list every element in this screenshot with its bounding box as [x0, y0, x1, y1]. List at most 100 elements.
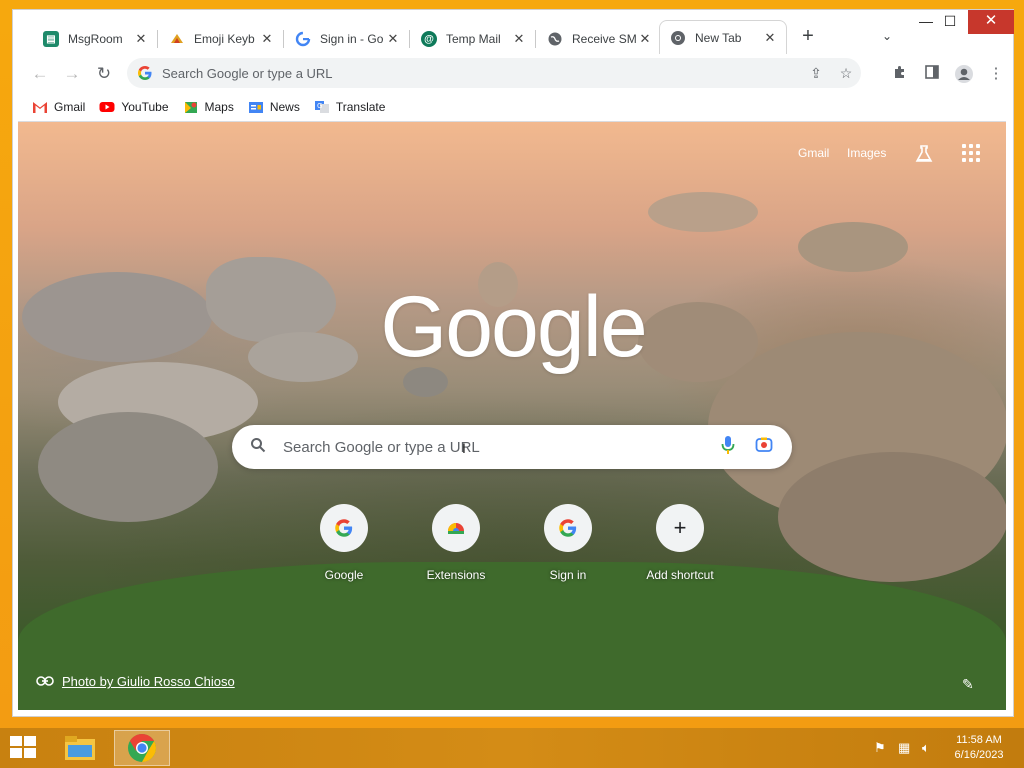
close-tab-icon[interactable]: ✕: [637, 31, 653, 47]
close-tab-icon[interactable]: ✕: [385, 31, 401, 47]
folder-icon: [65, 736, 95, 760]
plus-icon: +: [656, 504, 704, 552]
bookmark-youtube[interactable]: YouTube: [99, 99, 169, 114]
close-window-button[interactable]: ✕: [968, 10, 1014, 34]
photo-credit-text: Photo by Giulio Rosso Chioso: [62, 674, 235, 689]
tab-new-tab[interactable]: New Tab ✕: [659, 20, 787, 55]
tab-emoji-keyboard[interactable]: Emoji Keyb ✕: [159, 23, 283, 55]
maximize-button[interactable]: ☐: [933, 10, 967, 34]
taskbar: ⚑ ▦ 🔈︎ 11:58 AM 6/16/2023: [0, 728, 1024, 768]
browser-toolbar: ← → ↻ Search Google or type a URL ⇪ ☆ ⋮: [18, 54, 1006, 92]
ntp-search-box[interactable]: Search Google or type a URL: [232, 425, 792, 469]
action-center-flag-icon[interactable]: ⚑: [874, 740, 886, 756]
share-icon[interactable]: ⇪: [801, 65, 831, 82]
close-tab-icon[interactable]: ✕: [762, 30, 778, 46]
forward-button[interactable]: →: [60, 62, 84, 86]
google-lens-camera-icon[interactable]: [754, 436, 774, 459]
maps-icon: [183, 100, 199, 114]
search-icon: [248, 437, 268, 458]
customize-pencil-icon[interactable]: ✎: [962, 676, 974, 693]
shortcut-sign-in[interactable]: Sign in: [512, 504, 624, 586]
chrome-icon: [670, 30, 686, 46]
tab-separator: [157, 30, 158, 48]
tab-title: Temp Mail: [446, 32, 501, 46]
new-tab-page: Gmail Images Google Search Google or typ…: [18, 122, 1006, 710]
shortcut-google[interactable]: Google: [288, 504, 400, 586]
tab-title: Receive SM: [572, 32, 637, 46]
bookmark-star-icon[interactable]: ☆: [831, 65, 861, 82]
omnibox-placeholder: Search Google or type a URL: [162, 65, 333, 81]
bookmark-label: Gmail: [54, 99, 86, 114]
menu-kebab-icon[interactable]: ⋮: [986, 64, 1006, 84]
close-tab-icon[interactable]: ✕: [511, 31, 527, 47]
system-clock[interactable]: 11:58 AM 6/16/2023: [944, 733, 1014, 763]
back-button[interactable]: ←: [28, 62, 52, 86]
tab-search-button[interactable]: ⌄: [877, 26, 897, 46]
clock-time: 11:58 AM: [956, 734, 1002, 746]
background-rock: [648, 192, 758, 232]
background-rock: [206, 257, 336, 342]
profile-avatar-icon[interactable]: [954, 64, 974, 84]
shortcut-label: Sign in: [549, 568, 587, 582]
bookmarks-bar: Gmail YouTube Maps News G Translate: [18, 92, 1006, 122]
chrome-web-store-icon: [432, 504, 480, 552]
tab-title: MsgRoom: [68, 32, 123, 46]
google-logo: Google: [380, 279, 647, 375]
close-tab-icon[interactable]: ✕: [259, 31, 275, 47]
chrome-labs-flask-icon[interactable]: [914, 144, 934, 164]
reload-button[interactable]: ↻: [92, 62, 116, 86]
bookmark-label: YouTube: [121, 99, 169, 114]
voice-search-mic-icon[interactable]: [718, 435, 738, 460]
google-g-icon: [320, 504, 368, 552]
tab-msgroom[interactable]: ▤ MsgRoom ✕: [33, 23, 157, 55]
tab-separator: [535, 30, 536, 48]
side-panel-icon[interactable]: [922, 64, 942, 84]
translate-icon: G: [314, 100, 330, 114]
omnibox[interactable]: Search Google or type a URL ⇪ ☆: [127, 58, 861, 88]
close-tab-icon[interactable]: ✕: [133, 31, 149, 47]
bookmark-maps[interactable]: Maps: [183, 100, 234, 114]
tab-strip: ▤ MsgRoom ✕ Emoji Keyb ✕ Sign in - Go ✕ …: [13, 10, 1014, 55]
background-rock: [798, 222, 908, 272]
svg-text:G: G: [317, 102, 322, 110]
youtube-icon: [99, 100, 115, 114]
tab-separator: [409, 30, 410, 48]
bookmark-label: Translate: [335, 99, 386, 114]
gmail-link[interactable]: Gmail: [798, 146, 829, 160]
windows-start-icon[interactable]: [10, 736, 38, 760]
volume-speaker-icon[interactable]: 🔈︎: [922, 740, 930, 756]
msgroom-icon: ▤: [43, 31, 59, 47]
google-g-icon: [544, 504, 592, 552]
network-icon[interactable]: ▦: [898, 740, 910, 756]
tab-title: New Tab: [695, 31, 742, 45]
shortcut-add[interactable]: + Add shortcut: [624, 504, 736, 586]
shortcut-label: Add shortcut: [646, 568, 714, 582]
google-apps-grid-icon[interactable]: [962, 144, 982, 164]
bookmark-label: Maps: [204, 99, 234, 114]
tab-sign-in[interactable]: Sign in - Go ✕: [285, 23, 409, 55]
link-icon: [36, 674, 54, 689]
photo-credit[interactable]: Photo by Giulio Rosso Chioso: [36, 674, 235, 689]
tab-title: Emoji Keyb: [194, 32, 255, 46]
text-cursor-icon: I: [462, 440, 466, 456]
bookmark-label: News: [269, 99, 300, 114]
bookmark-translate[interactable]: G Translate: [314, 99, 386, 114]
shortcut-label: Extensions: [426, 568, 486, 582]
bookmark-gmail[interactable]: Gmail: [32, 100, 85, 114]
google-g-icon: [295, 31, 311, 47]
new-tab-button[interactable]: +: [797, 25, 819, 47]
search-placeholder: Search Google or type a URL: [283, 438, 480, 456]
chrome-window: ▤ MsgRoom ✕ Emoji Keyb ✕ Sign in - Go ✕ …: [12, 9, 1014, 717]
chrome-taskbar-button[interactable]: [114, 730, 170, 766]
extensions-puzzle-icon[interactable]: [890, 64, 910, 84]
tab-temp-mail[interactable]: @ Temp Mail ✕: [411, 23, 535, 55]
file-explorer-taskbar-button[interactable]: [52, 730, 108, 766]
google-g-icon: [137, 65, 153, 81]
shortcut-extensions[interactable]: Extensions: [400, 504, 512, 586]
tab-title: Sign in - Go: [320, 32, 384, 46]
chrome-icon: [128, 734, 156, 762]
bookmark-news[interactable]: News: [248, 100, 300, 114]
tab-receive-sms[interactable]: Receive SM ✕: [537, 23, 661, 55]
temp-mail-icon: @: [421, 31, 437, 47]
images-link[interactable]: Images: [847, 146, 886, 160]
